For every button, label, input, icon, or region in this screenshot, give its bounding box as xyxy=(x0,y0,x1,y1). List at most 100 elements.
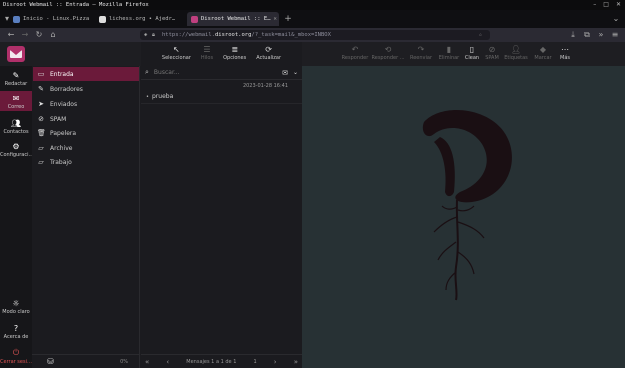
spam-icon: ⊘ xyxy=(488,45,496,54)
search-bar: ⌕ Buscar... ✉ ⌄ xyxy=(141,66,302,80)
forward-icon: ↷ xyxy=(417,45,425,54)
spam-icon: ⊘ xyxy=(38,115,44,123)
next-page-icon[interactable]: › xyxy=(274,358,277,366)
folder-inbox[interactable]: ▭ Entrada xyxy=(33,67,139,81)
bookmark-star-icon[interactable]: ☆ xyxy=(479,30,482,40)
window-controls: – □ ✕ xyxy=(593,0,621,10)
delete-icon: ▮ xyxy=(446,45,452,54)
folder-icon: ▱ xyxy=(38,158,44,166)
mail-icon: ✉ xyxy=(12,94,20,103)
refresh-button[interactable]: ⟳ Actualizar xyxy=(256,45,281,66)
window-title: Disroot Webmail :: Entrada — Mozilla Fir… xyxy=(0,0,625,10)
url-bar[interactable]: ◈ 🔒︎ https://webmail.disroot.org/?_task=… xyxy=(140,30,490,40)
folder-drafts[interactable]: ✎ Borradores xyxy=(33,82,139,96)
tab-linux-pizza[interactable]: Inicio - Linux.Pizza ✕ xyxy=(9,12,92,26)
list-all-tabs-icon[interactable]: ⌄ xyxy=(611,14,621,24)
cursor-icon: ↖ xyxy=(173,45,180,54)
folder-trash[interactable]: 🗑︎ Papelera xyxy=(33,126,139,140)
threads-button[interactable]: ☰ Hilos xyxy=(201,45,213,66)
more-icon: ⋯ xyxy=(561,45,569,54)
favicon-icon xyxy=(99,15,106,23)
sun-icon: ☼ xyxy=(12,299,20,308)
downloads-icon[interactable]: ⤓ xyxy=(568,30,578,40)
folder-icon: ▱ xyxy=(38,144,44,152)
logout-button[interactable]: ⏻ Cerrar sesi… xyxy=(0,345,32,365)
close-tab-icon[interactable]: ✕ xyxy=(274,16,277,22)
folder-archive[interactable]: ▱ Archive xyxy=(33,141,139,155)
back-icon[interactable]: ← xyxy=(6,30,16,40)
nav-settings[interactable]: ⚙ Configuraci… xyxy=(0,139,33,159)
webmail-app: ✎ Redactar ✉ Correo 👥︎ Contactos ⚙ Confi… xyxy=(0,42,625,368)
minimize-icon[interactable]: – xyxy=(593,0,596,10)
new-tab-icon[interactable]: + xyxy=(283,14,293,24)
nav-contacts[interactable]: 👥︎ Contactos xyxy=(0,116,32,136)
trash-icon: 🗑︎ xyxy=(37,129,46,137)
refresh-icon: ⟳ xyxy=(265,45,272,54)
list-pagination: « ‹ Mensajes 1 a 1 de 1 1 › » xyxy=(141,354,302,368)
prev-page-icon[interactable]: ‹ xyxy=(166,358,169,366)
folder-spam[interactable]: ⊘ SPAM xyxy=(33,112,139,126)
forward-icon[interactable]: → xyxy=(20,30,30,40)
tab-disroot[interactable]: Disroot Webmail :: E… ✕ xyxy=(187,12,279,26)
tab-bar: ▾ Inicio - Linux.Pizza ✕ lichess.org • A… xyxy=(0,10,625,28)
message-row[interactable]: 2023-01-28 16:41 • prueba xyxy=(141,80,302,104)
message-date: 2023-01-28 16:41 xyxy=(242,83,288,89)
chevron-down-icon[interactable]: ⌄ xyxy=(293,69,298,76)
mark-icon: ◆ xyxy=(539,45,547,54)
list-toolbar: ↖ Seleccionar ☰ Hilos ≣ Opciones ⟳ Actualiza… xyxy=(141,42,302,66)
threads-icon: ☰ xyxy=(203,45,211,54)
power-icon: ⏻ xyxy=(12,348,20,357)
light-mode-button[interactable]: ☼ Modo claro xyxy=(0,296,32,316)
extensions-icon[interactable]: ⧉ xyxy=(582,30,592,40)
lock-icon[interactable]: 🔒︎ xyxy=(152,30,155,40)
favicon-icon xyxy=(191,15,198,23)
folder-sent[interactable]: ➤ Enviados xyxy=(33,97,139,111)
home-icon[interactable]: ⌂ xyxy=(48,30,58,40)
quota-bar: ⛁ 0% xyxy=(32,354,140,368)
nav-mail[interactable]: ✉ Correo xyxy=(0,91,32,111)
clean-button[interactable]: ▯ Clean xyxy=(462,42,482,66)
close-icon[interactable]: ✕ xyxy=(616,0,621,10)
spam-button[interactable]: ⊘ SPAM xyxy=(482,42,502,66)
help-icon: ? xyxy=(13,324,19,333)
reply-all-button[interactable]: ⟲ Responder ... xyxy=(370,42,406,66)
message-subject: prueba xyxy=(152,93,174,100)
left-navigation: ✎ Redactar ✉ Correo 👥︎ Contactos ⚙ Confi… xyxy=(0,66,33,368)
shield-icon[interactable]: ◈ xyxy=(144,30,147,40)
last-page-icon[interactable]: » xyxy=(294,358,298,366)
folder-work[interactable]: ▱ Trabajo xyxy=(33,155,139,169)
compose-button[interactable]: ✎ Redactar xyxy=(0,68,32,88)
maximize-icon[interactable]: □ xyxy=(603,0,609,10)
unread-dot-icon: • xyxy=(146,94,149,100)
about-button[interactable]: ? Acerca de xyxy=(0,321,32,341)
message-toolbar: ↶ Responder ⟲ Responder ... ↷ Reenviar ▮ Eli… xyxy=(302,42,625,66)
menu-icon[interactable]: ≡ xyxy=(610,30,620,40)
quota-percent: 0% xyxy=(120,358,128,365)
forward-button[interactable]: ↷ Reenviar xyxy=(406,42,436,66)
compose-icon: ✎ xyxy=(12,71,20,80)
select-button[interactable]: ↖ Seleccionar xyxy=(162,45,191,66)
settings-icon: ⚙ xyxy=(12,142,20,151)
more-button[interactable]: ⋯ Más xyxy=(556,42,574,66)
reload-icon[interactable]: ↻ xyxy=(34,30,44,40)
folder-options-icon[interactable]: ⛁ xyxy=(47,357,54,366)
mark-button[interactable]: ◆ Marcar xyxy=(530,42,556,66)
tag-icon: 👤︎ xyxy=(510,45,522,54)
contacts-icon: 👥︎ xyxy=(10,119,22,128)
drafts-icon: ✎ xyxy=(38,85,44,93)
more-tools-icon[interactable]: » xyxy=(596,30,606,40)
message-list-panel: ↖ Seleccionar ☰ Hilos ≣ Opciones ⟳ Actualiza… xyxy=(141,42,302,368)
navigation-bar: ← → ↻ ⌂ ◈ 🔒︎ https://webmail.disroot.org… xyxy=(0,28,625,42)
delete-button[interactable]: ▮ Eliminar xyxy=(436,42,462,66)
page-number[interactable]: 1 xyxy=(254,359,257,365)
logo-icon[interactable] xyxy=(7,46,25,62)
message-count: Mensajes 1 a 1 de 1 xyxy=(186,358,237,365)
first-page-icon[interactable]: « xyxy=(145,358,149,366)
search-input[interactable]: Buscar... xyxy=(154,69,277,76)
mail-filter-icon[interactable]: ✉ xyxy=(282,69,288,77)
options-button[interactable]: ≣ Opciones xyxy=(223,45,246,66)
search-icon: ⌕ xyxy=(145,68,149,76)
tags-button[interactable]: 👤︎ Etiquetas xyxy=(502,42,530,66)
tab-lichess[interactable]: lichess.org • Ajedr… xyxy=(95,12,180,26)
reply-button[interactable]: ↶ Responder xyxy=(340,42,370,66)
